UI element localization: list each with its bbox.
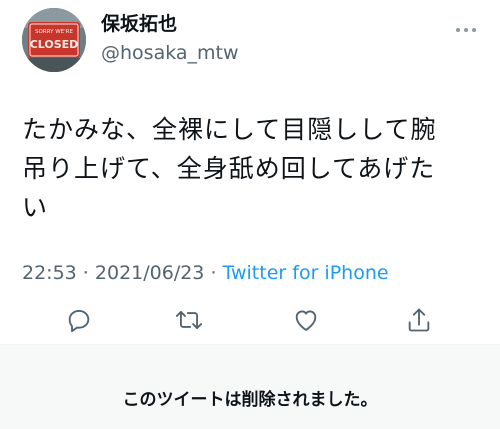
tweet-card: SORRY WE'RE CLOSED 保坂拓也 @hosaka_mtw たかみな… — [0, 0, 500, 344]
action-bar — [0, 304, 500, 336]
tweet-text-line: たかみな、全裸にして目隠しして腕 — [22, 115, 437, 144]
deleted-notice: このツイートは削除されました。 — [0, 344, 500, 429]
meta-separator: · — [204, 262, 223, 284]
meta-separator: · — [76, 262, 95, 284]
user-handle[interactable]: @hosaka_mtw — [101, 42, 239, 64]
tweet-time[interactable]: 22:53 — [22, 262, 77, 284]
tweet-text: たかみな、全裸にして目隠しして腕 吊り上げて、全身舐め回してあげたい — [22, 110, 482, 227]
tweet-text-line: 吊り上げて、全身舐め回してあげた — [22, 154, 436, 183]
more-options-icon[interactable] — [454, 20, 478, 32]
reply-icon[interactable] — [63, 304, 95, 336]
deleted-notice-text: このツイートは削除されました。 — [122, 390, 378, 410]
tweet-source-link[interactable]: Twitter for iPhone — [223, 262, 389, 284]
display-name[interactable]: 保坂拓也 — [101, 13, 177, 35]
tweet-text-line: い — [22, 193, 49, 222]
tweet-meta: 22:53 · 2021/06/23 · Twitter for iPhone — [22, 262, 389, 284]
sign-line2: CLOSED — [30, 38, 79, 51]
heart-icon[interactable] — [290, 304, 322, 336]
sign-line1: SORRY WE'RE — [35, 29, 73, 35]
retweet-icon[interactable] — [173, 304, 205, 336]
closed-sign-image: SORRY WE'RE CLOSED — [22, 8, 86, 72]
tweet-date[interactable]: 2021/06/23 — [95, 262, 205, 284]
avatar[interactable]: SORRY WE'RE CLOSED — [22, 8, 86, 72]
share-icon[interactable] — [403, 304, 435, 336]
